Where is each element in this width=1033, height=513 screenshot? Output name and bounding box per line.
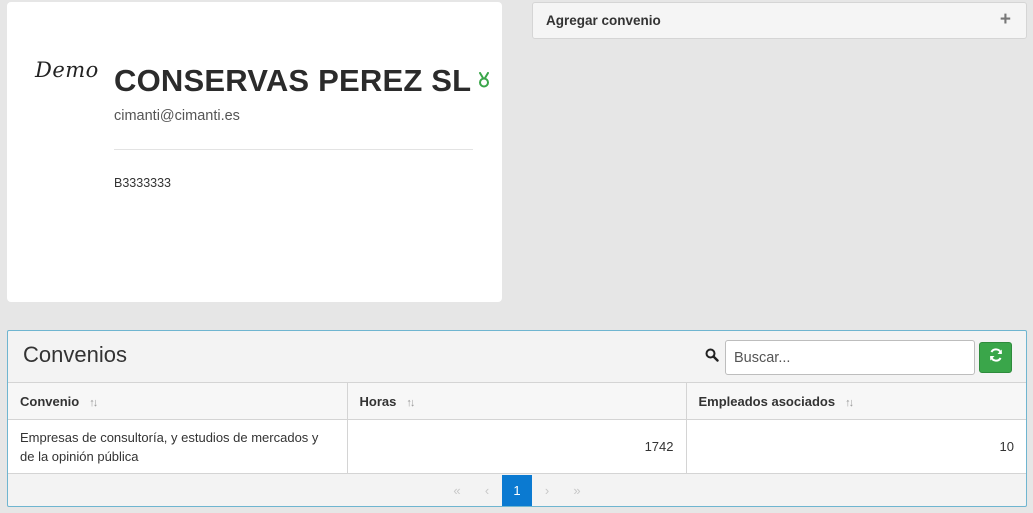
company-name: CONSERVAS PEREZ SL xyxy=(114,60,491,99)
cell-empleados: 10 xyxy=(685,419,1026,474)
sort-icon[interactable]: ↑↓ xyxy=(89,397,98,409)
cell-horas: 1742 xyxy=(346,419,687,474)
first-page-button[interactable]: « xyxy=(442,475,472,506)
company-card: Demo CONSERVAS PEREZ SL cimanti@cimanti.… xyxy=(7,2,502,302)
refresh-icon xyxy=(988,347,1004,368)
column-header-empleados[interactable]: Empleados asociados ↑↓ xyxy=(685,382,1026,420)
add-agreement-panel[interactable]: Agregar convenio + xyxy=(532,2,1027,39)
company-name-text: CONSERVAS PEREZ SL xyxy=(114,63,472,98)
company-logo: Demo xyxy=(35,58,99,82)
medal-icon xyxy=(477,60,491,96)
convenios-panel: Convenios Convenio ↑↓ Horas ↑↓ Empleados a… xyxy=(7,330,1027,507)
last-page-button[interactable]: » xyxy=(562,475,592,506)
prev-page-button[interactable]: ‹ xyxy=(472,475,502,506)
page-button-current[interactable]: 1 xyxy=(502,474,532,506)
column-header-label: Convenio xyxy=(20,393,80,409)
table-row[interactable]: Empresas de consultoría, y estudios de m… xyxy=(8,419,1026,474)
convenios-table: Convenio ↑↓ Horas ↑↓ Empleados asociados ↑↓… xyxy=(8,382,1026,474)
column-header-label: Horas xyxy=(359,393,397,409)
column-header-label: Empleados asociados xyxy=(698,393,836,409)
search-input[interactable] xyxy=(725,340,975,375)
pagination: « ‹ 1 › » xyxy=(8,474,1026,506)
search-icon xyxy=(705,348,719,367)
company-email: cimanti@cimanti.es xyxy=(114,108,240,124)
refresh-button[interactable] xyxy=(979,342,1012,373)
cell-convenio: Empresas de consultoría, y estudios de m… xyxy=(8,419,348,474)
panel-title: Convenios xyxy=(23,342,127,367)
add-agreement-label: Agregar convenio xyxy=(546,13,661,28)
next-page-button[interactable]: › xyxy=(532,475,562,506)
column-header-convenio[interactable]: Convenio ↑↓ xyxy=(8,382,348,420)
company-cif: B3333333 xyxy=(114,176,172,190)
table-header-row: Convenio ↑↓ Horas ↑↓ Empleados asociados ↑↓ xyxy=(8,382,1026,420)
plus-icon[interactable]: + xyxy=(1000,10,1011,29)
divider xyxy=(114,149,473,150)
column-header-horas[interactable]: Horas ↑↓ xyxy=(346,382,687,420)
sort-icon[interactable]: ↑↓ xyxy=(406,397,415,409)
sort-icon[interactable]: ↑↓ xyxy=(845,397,854,409)
